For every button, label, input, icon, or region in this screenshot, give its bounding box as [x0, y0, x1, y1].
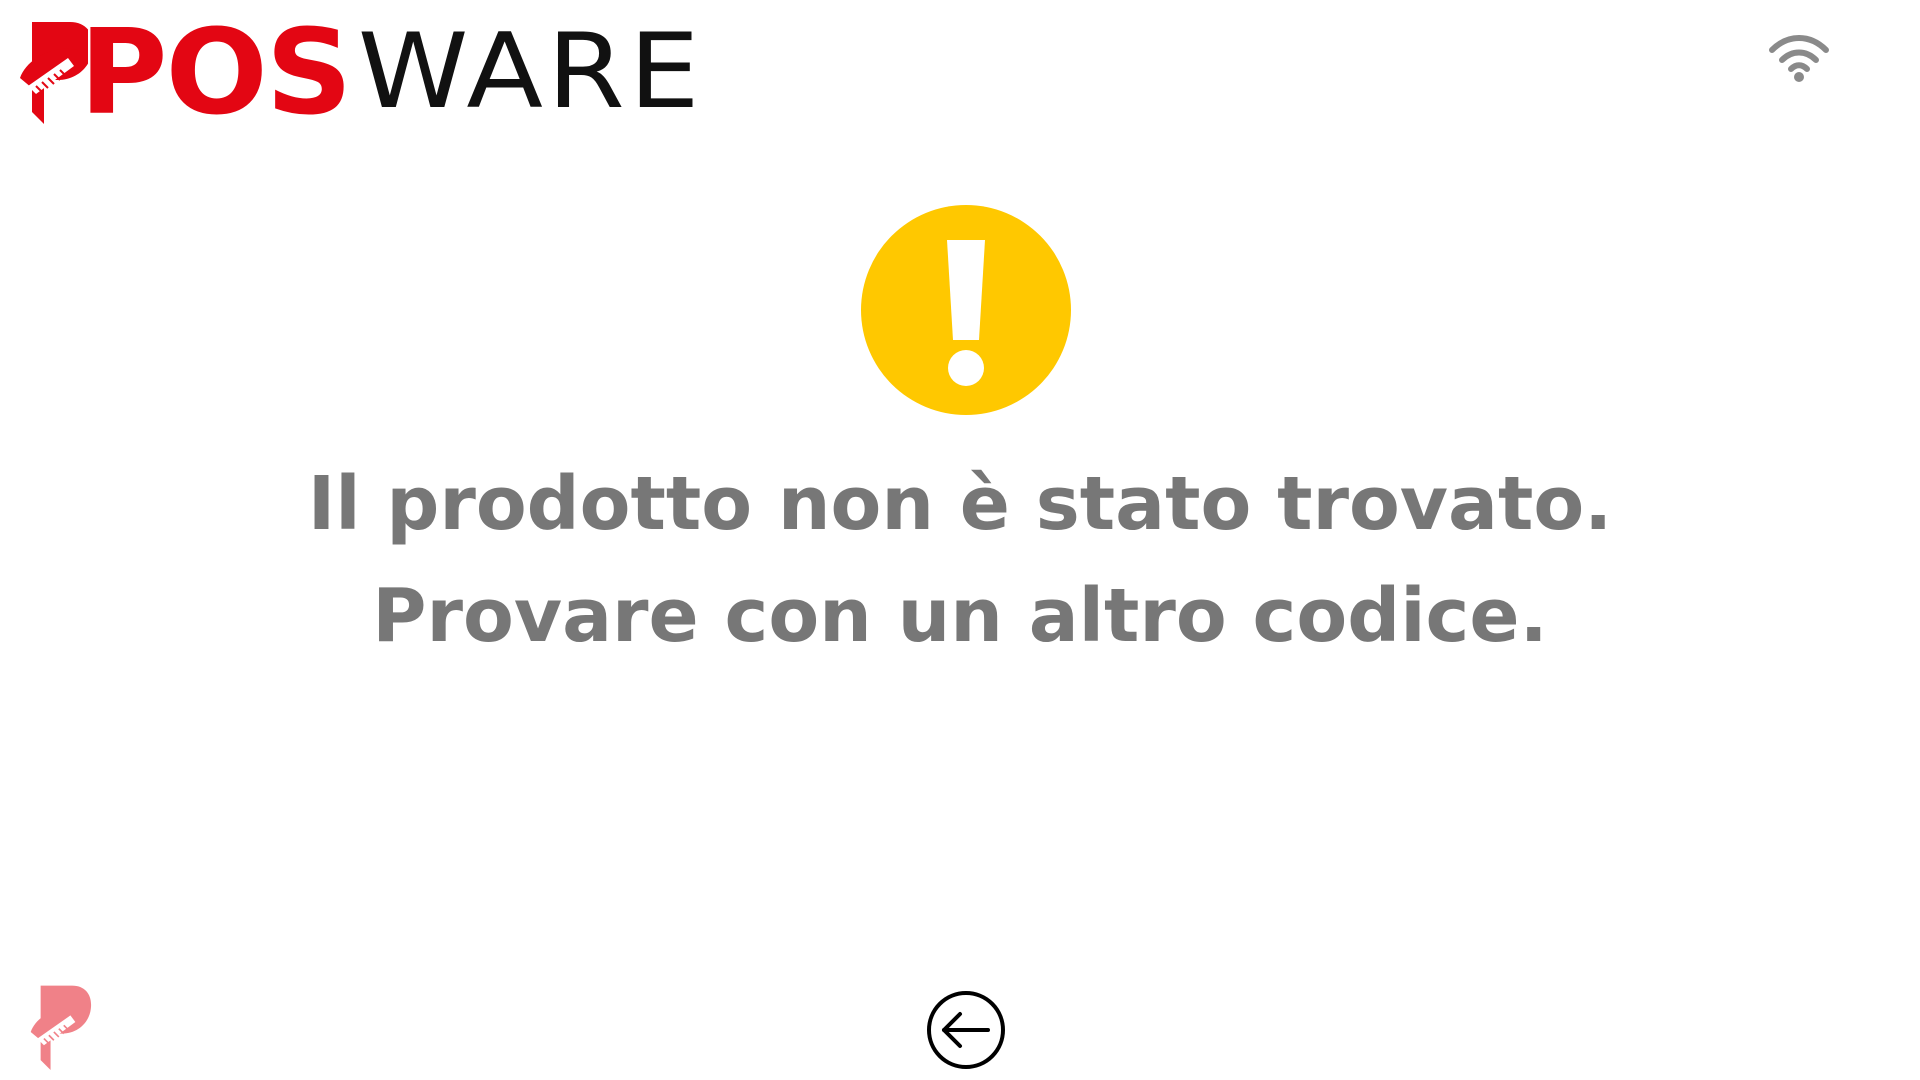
back-button[interactable]	[926, 990, 1006, 1070]
error-message-line-2: Provare con un altro codice.	[372, 573, 1548, 659]
logo-ware-text: WARE	[357, 12, 704, 132]
wifi-icon	[1769, 35, 1829, 82]
brand-logo: POS WARE	[18, 12, 704, 132]
error-message: Il prodotto non è stato trovato. Provare…	[0, 448, 1920, 672]
warning-icon	[861, 205, 1071, 415]
footer-logo-icon	[30, 985, 92, 1070]
pos-ribbon-icon	[20, 22, 88, 124]
error-message-line-1: Il prodotto non è stato trovato.	[307, 461, 1613, 547]
logo-pos-text: POS	[79, 3, 352, 141]
